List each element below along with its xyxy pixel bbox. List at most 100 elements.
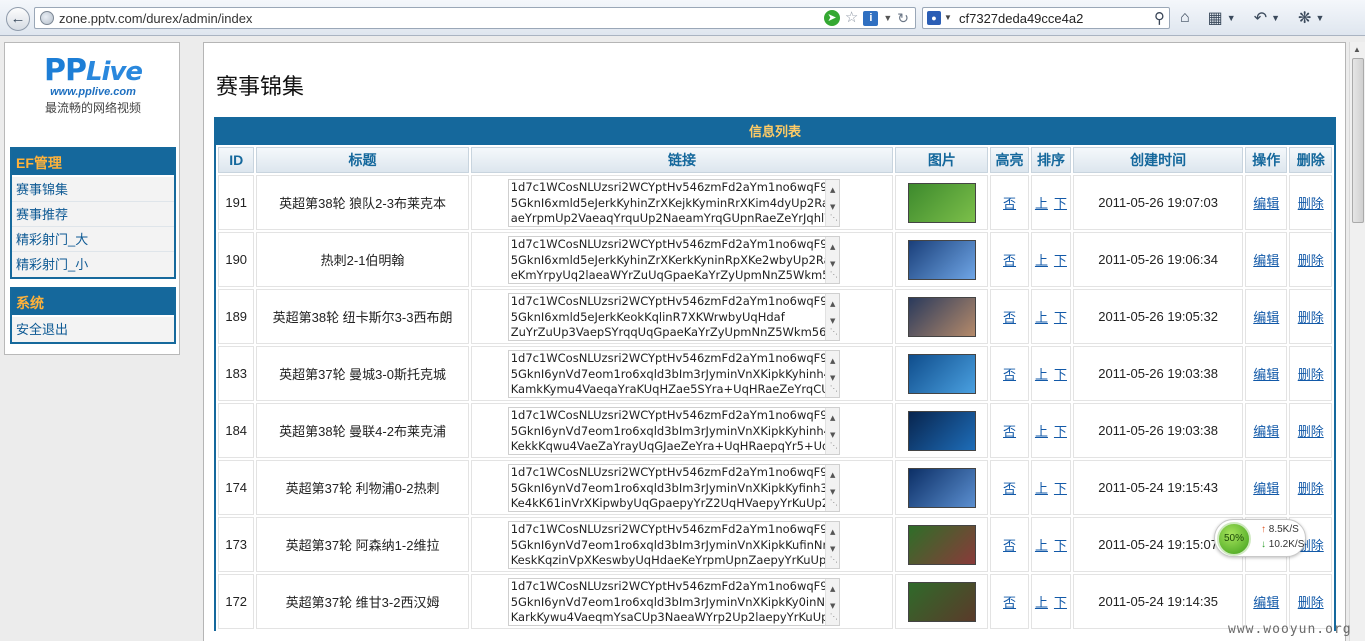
scroll-up-icon[interactable]: ▲	[826, 468, 839, 484]
resize-grip-icon[interactable]: ⋱	[830, 324, 838, 340]
history-caret-icon[interactable]: ▼	[1271, 13, 1280, 23]
highlight-toggle-link[interactable]: 否	[1003, 424, 1016, 439]
move-up-link[interactable]: 上	[1035, 424, 1048, 439]
link-textarea[interactable]: 1d7c1WCosNLUzsri2WCYptHv546zmFd2aYm1no6w…	[507, 293, 840, 341]
highlight-toggle-link[interactable]: 否	[1003, 253, 1016, 268]
bookmark-star-icon[interactable]: ☆	[845, 10, 858, 26]
resize-grip-icon[interactable]: ⋱	[830, 495, 838, 511]
highlight-toggle-link[interactable]: 否	[1003, 196, 1016, 211]
url-text[interactable]: zone.pptv.com/durex/admin/index	[59, 11, 252, 26]
bookmarks-caret-icon[interactable]: ▼	[1227, 13, 1236, 23]
home-icon[interactable]: ⌂	[1180, 9, 1190, 27]
resize-grip-icon[interactable]: ⋱	[830, 381, 838, 397]
highlight-toggle-link[interactable]: 否	[1003, 310, 1016, 325]
textarea-scrollbar[interactable]: ▲ ▼ ⋱	[824, 180, 839, 226]
scroll-up-icon[interactable]: ▲	[826, 525, 839, 541]
network-monitor-widget[interactable]: 50% ↑ 8.5K/S ↓ 10.2K/S	[1214, 519, 1306, 557]
delete-link[interactable]: 删除	[1298, 481, 1324, 496]
link-textarea[interactable]: 1d7c1WCosNLUzsri2WCYptHv546zmFd2aYm1no6w…	[507, 179, 840, 227]
search-engine-caret-icon[interactable]: ▼	[944, 13, 952, 22]
scroll-up-icon[interactable]: ▲	[826, 354, 839, 370]
resize-grip-icon[interactable]: ⋱	[830, 609, 838, 625]
textarea-scrollbar[interactable]: ▲ ▼ ⋱	[824, 294, 839, 340]
edit-link[interactable]: 编辑	[1253, 367, 1279, 382]
scroll-up-icon[interactable]: ▲	[1353, 45, 1361, 54]
move-down-link[interactable]: 下	[1054, 367, 1067, 382]
delete-link[interactable]: 删除	[1298, 310, 1324, 325]
highlight-toggle-link[interactable]: 否	[1003, 481, 1016, 496]
history-icon[interactable]: ↶	[1254, 8, 1267, 28]
move-up-link[interactable]: 上	[1035, 595, 1048, 610]
move-down-link[interactable]: 下	[1054, 196, 1067, 211]
edit-link[interactable]: 编辑	[1253, 481, 1279, 496]
video-thumbnail[interactable]	[907, 353, 976, 394]
video-thumbnail[interactable]	[907, 296, 976, 337]
move-up-link[interactable]: 上	[1035, 367, 1048, 382]
edit-link[interactable]: 编辑	[1253, 310, 1279, 325]
scroll-up-icon[interactable]: ▲	[826, 297, 839, 313]
move-down-link[interactable]: 下	[1054, 481, 1067, 496]
video-thumbnail[interactable]	[907, 524, 976, 565]
move-up-link[interactable]: 上	[1035, 196, 1048, 211]
delete-link[interactable]: 删除	[1298, 196, 1324, 211]
scroll-up-icon[interactable]: ▲	[826, 411, 839, 427]
edit-link[interactable]: 编辑	[1253, 253, 1279, 268]
menu-item-recommend[interactable]: 赛事推荐	[12, 202, 174, 227]
dropdown-caret-icon[interactable]: ▼	[883, 13, 892, 23]
resize-grip-icon[interactable]: ⋱	[830, 552, 838, 568]
textarea-scrollbar[interactable]: ▲ ▼ ⋱	[824, 465, 839, 511]
move-down-link[interactable]: 下	[1054, 424, 1067, 439]
scroll-up-icon[interactable]: ▲	[826, 183, 839, 199]
highlight-toggle-link[interactable]: 否	[1003, 595, 1016, 610]
menu-item-shots-large[interactable]: 精彩射门_大	[12, 227, 174, 252]
video-thumbnail[interactable]	[907, 410, 976, 451]
addon-caret-icon[interactable]: ▼	[1315, 13, 1324, 23]
video-thumbnail[interactable]	[907, 182, 976, 223]
reload-icon[interactable]: ↻	[897, 10, 909, 26]
edit-link[interactable]: 编辑	[1253, 424, 1279, 439]
delete-link[interactable]: 删除	[1298, 367, 1324, 382]
back-arrow-icon[interactable]: ←	[6, 7, 30, 31]
scroll-up-icon[interactable]: ▲	[826, 582, 839, 598]
textarea-scrollbar[interactable]: ▲ ▼ ⋱	[824, 408, 839, 454]
address-bar[interactable]: zone.pptv.com/durex/admin/index ➤ ☆ i ▼ …	[34, 7, 916, 29]
resize-grip-icon[interactable]: ⋱	[830, 267, 838, 283]
move-up-link[interactable]: 上	[1035, 310, 1048, 325]
textarea-scrollbar[interactable]: ▲ ▼ ⋱	[824, 351, 839, 397]
info-icon[interactable]: i	[863, 10, 879, 26]
move-down-link[interactable]: 下	[1054, 253, 1067, 268]
link-textarea[interactable]: 1d7c1WCosNLUzsri2WCYptHv546zmFd2aYm1no6w…	[507, 350, 840, 398]
edit-link[interactable]: 编辑	[1253, 595, 1279, 610]
link-textarea[interactable]: 1d7c1WCosNLUzsri2WCYptHv546zmFd2aYm1no6w…	[507, 407, 840, 455]
scroll-thumb[interactable]	[1352, 58, 1364, 223]
menu-item-highlights[interactable]: 赛事锦集	[12, 177, 174, 202]
link-textarea[interactable]: 1d7c1WCosNLUzsri2WCYptHv546zmFd2aYm1no6w…	[507, 521, 840, 569]
edit-link[interactable]: 编辑	[1253, 196, 1279, 211]
textarea-scrollbar[interactable]: ▲ ▼ ⋱	[824, 522, 839, 568]
video-thumbnail[interactable]	[907, 581, 976, 622]
video-thumbnail[interactable]	[907, 239, 976, 280]
menu-item-logout[interactable]: 安全退出	[12, 317, 174, 342]
move-up-link[interactable]: 上	[1035, 538, 1048, 553]
move-up-link[interactable]: 上	[1035, 253, 1048, 268]
search-engine-icon[interactable]: ●	[927, 11, 941, 25]
delete-link[interactable]: 删除	[1298, 424, 1324, 439]
link-textarea[interactable]: 1d7c1WCosNLUzsri2WCYptHv546zmFd2aYm1no6w…	[507, 578, 840, 626]
delete-link[interactable]: 删除	[1298, 595, 1324, 610]
move-down-link[interactable]: 下	[1054, 595, 1067, 610]
move-up-link[interactable]: 上	[1035, 481, 1048, 496]
magnifier-icon[interactable]: ⚲	[1154, 9, 1165, 27]
pplive-logo[interactable]: PPLive www.pplive.com 最流畅的网络视频	[5, 55, 181, 116]
menu-item-shots-small[interactable]: 精彩射门_小	[12, 252, 174, 277]
textarea-scrollbar[interactable]: ▲ ▼ ⋱	[824, 237, 839, 283]
addon-icon[interactable]: ❋	[1298, 8, 1311, 28]
link-textarea[interactable]: 1d7c1WCosNLUzsri2WCYptHv546zmFd2aYm1no6w…	[507, 464, 840, 512]
highlight-toggle-link[interactable]: 否	[1003, 538, 1016, 553]
move-down-link[interactable]: 下	[1054, 310, 1067, 325]
highlight-toggle-link[interactable]: 否	[1003, 367, 1016, 382]
move-down-link[interactable]: 下	[1054, 538, 1067, 553]
textarea-scrollbar[interactable]: ▲ ▼ ⋱	[824, 579, 839, 625]
page-scrollbar[interactable]: ▲	[1349, 42, 1365, 641]
resize-grip-icon[interactable]: ⋱	[830, 438, 838, 454]
delete-link[interactable]: 删除	[1298, 253, 1324, 268]
